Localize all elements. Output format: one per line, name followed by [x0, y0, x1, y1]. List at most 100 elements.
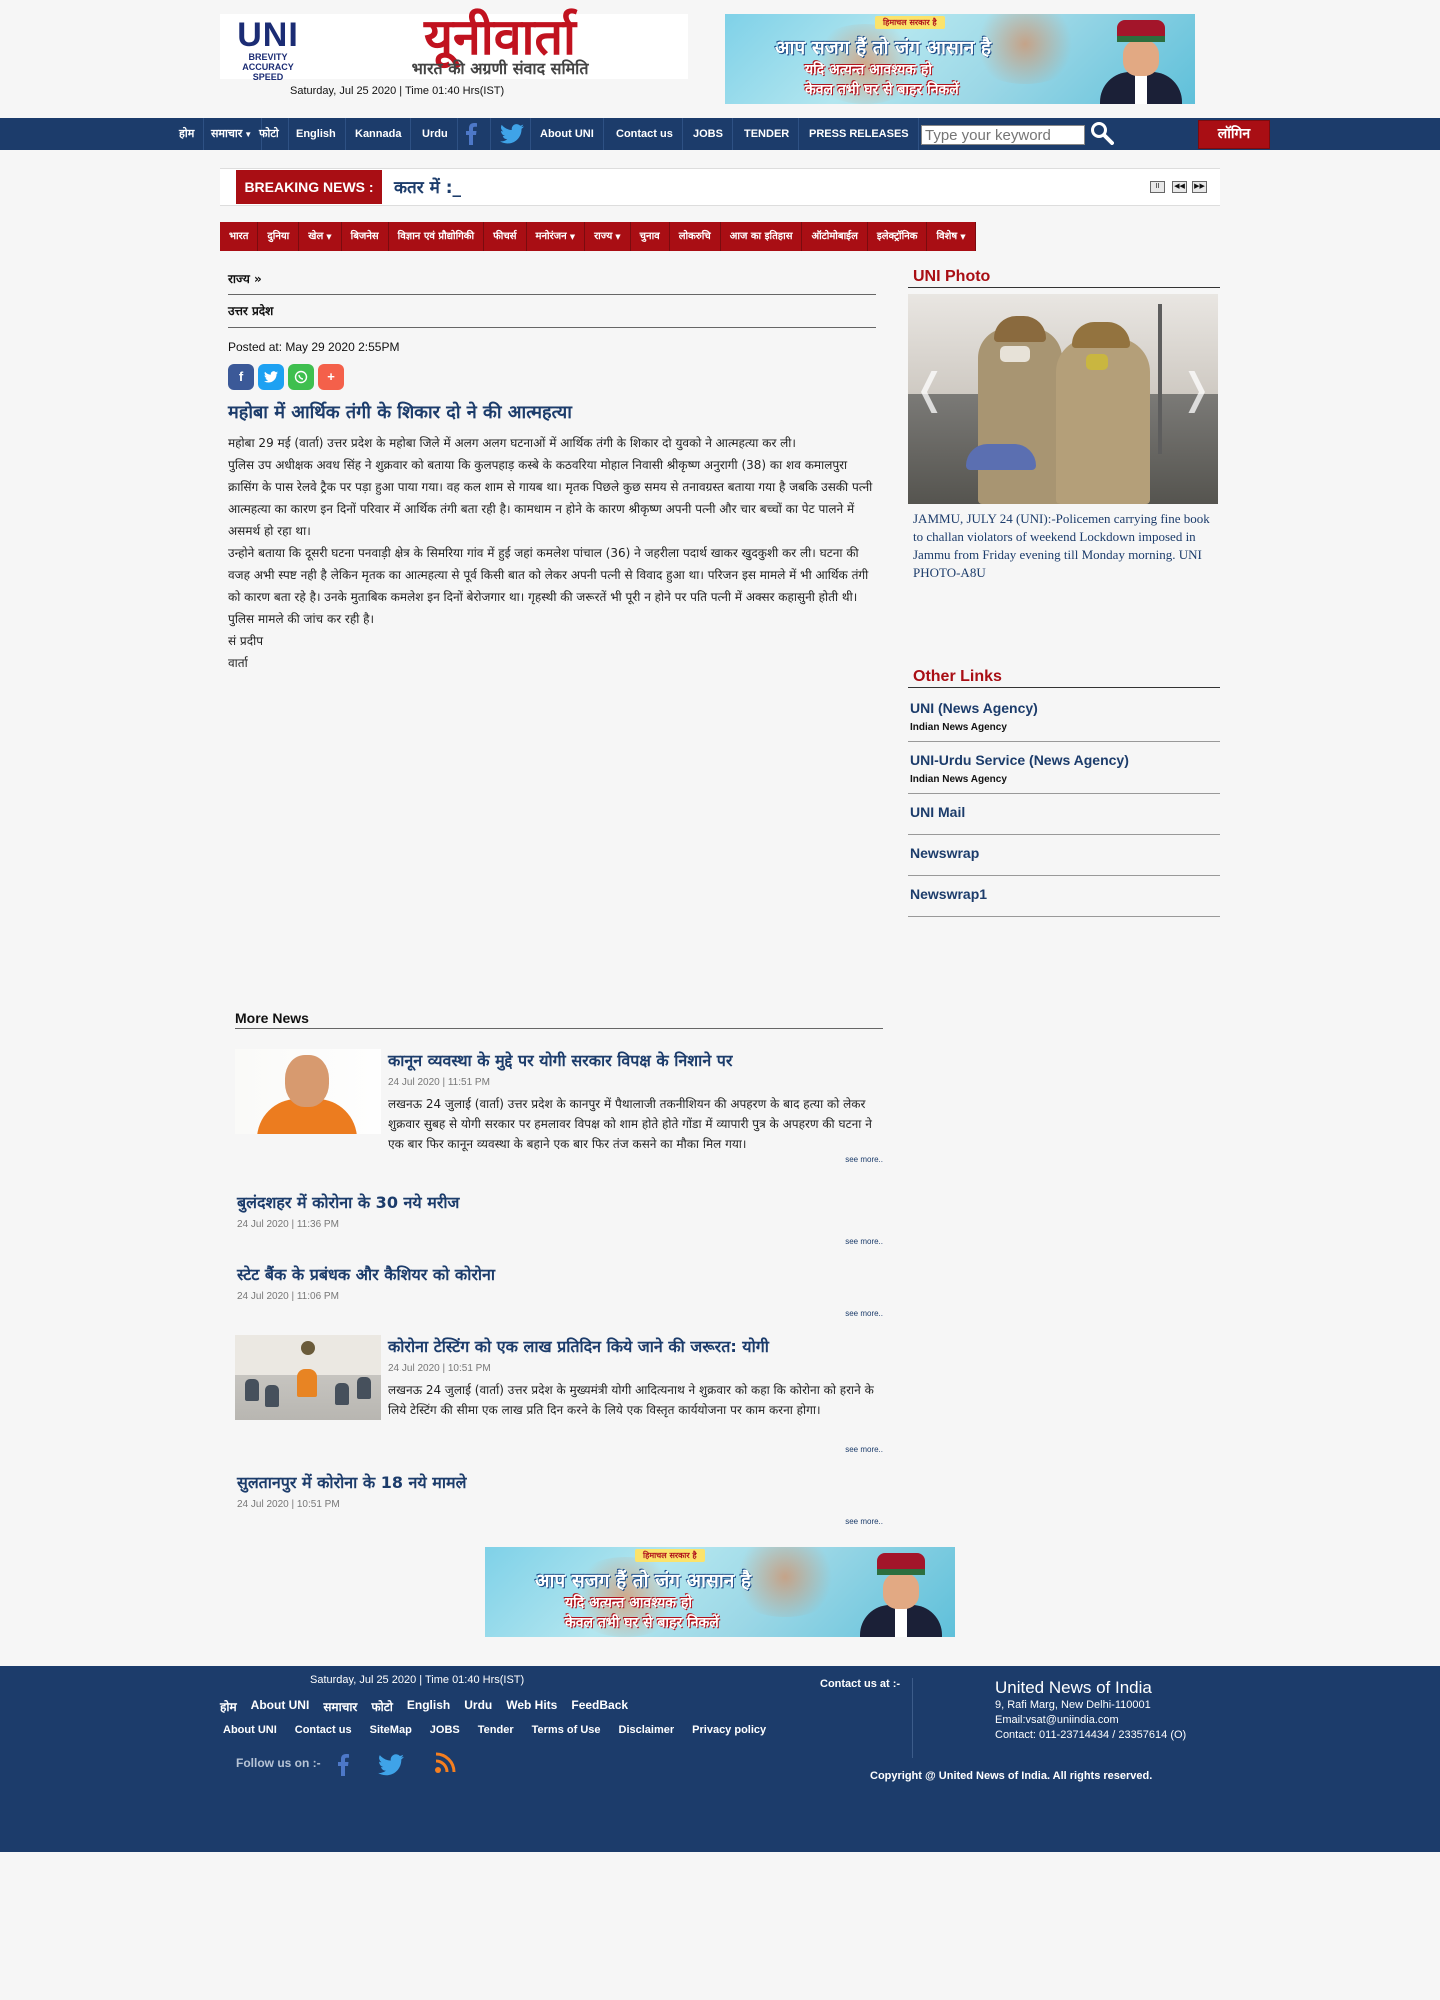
cat-history[interactable]: आज का इतिहास	[721, 222, 803, 251]
footer-link-about[interactable]: About UNI	[251, 1698, 310, 1715]
more-news: More News कानून व्यवस्था के मुद्दे पर यो…	[235, 1010, 883, 1543]
link-uni-urdu[interactable]: UNI-Urdu Service (News Agency) Indian Ne…	[908, 742, 1220, 794]
footer-link-sitemap[interactable]: SiteMap	[370, 1724, 412, 1736]
footer-link-privacy[interactable]: Privacy policy	[692, 1724, 766, 1736]
link-newswrap[interactable]: Newswrap	[908, 835, 1220, 876]
search-input[interactable]	[921, 125, 1085, 145]
news-date: 24 Jul 2020 | 11:51 PM	[388, 1077, 490, 1088]
more-share-icon[interactable]: +	[318, 364, 344, 390]
facebook-icon[interactable]	[330, 1752, 356, 1778]
news-photo[interactable]: ❬ ❭	[908, 294, 1218, 504]
top-ad-banner[interactable]: हिमाचल सरकार है आप सजग हैं तो जंग आसान ह…	[725, 14, 1195, 104]
news-thumbnail[interactable]	[235, 1335, 381, 1420]
nav-contact[interactable]: Contact us	[607, 118, 683, 150]
news-title[interactable]: स्टेट बैंक के प्रबंधक और कैशियर को कोरोन…	[237, 1263, 883, 1285]
org-email[interactable]: Email:vsat@uniindia.com	[995, 1713, 1186, 1728]
cat-bharat[interactable]: भारत	[220, 222, 259, 251]
facebook-icon[interactable]	[455, 118, 491, 150]
follow-us-label: Follow us on :-	[236, 1756, 321, 1770]
nav-press-releases[interactable]: PRESS RELEASES	[800, 118, 919, 150]
footer-link-home[interactable]: होम	[220, 1698, 237, 1715]
news-title[interactable]: कोरोना टेस्टिंग को एक लाख प्रतिदिन किये …	[388, 1335, 883, 1357]
news-title[interactable]: बुलंदशहर में कोरोना के 30 नये मरीज	[237, 1191, 883, 1213]
rewind-icon[interactable]: ◀◀	[1172, 181, 1187, 193]
see-more-link[interactable]: see more..	[845, 1155, 883, 1164]
other-links-heading: Other Links	[908, 668, 1220, 688]
news-item: कानून व्यवस्था के मुद्दे पर योगी सरकार व…	[235, 1049, 883, 1189]
cat-special[interactable]: विशेष ▼	[927, 222, 976, 251]
photo-caption[interactable]: JAMMU, JULY 24 (UNI):-Policemen carrying…	[908, 510, 1220, 582]
footer-link-about-uni[interactable]: About UNI	[223, 1724, 277, 1736]
nav-jobs[interactable]: JOBS	[684, 118, 733, 150]
chevron-left-icon[interactable]: ❬	[912, 364, 947, 413]
footer-link-english[interactable]: English	[407, 1698, 450, 1715]
cat-science[interactable]: विज्ञान एवं प्रौद्योगिकी	[389, 222, 485, 251]
cat-states[interactable]: राज्य ▼	[585, 222, 631, 251]
see-more-link[interactable]: see more..	[845, 1237, 883, 1246]
twitter-icon[interactable]	[378, 1752, 404, 1778]
uni-photo-heading: UNI Photo	[908, 268, 1220, 288]
nav-photo[interactable]: फोटो	[250, 118, 289, 150]
cat-entertainment[interactable]: मनोरंजन ▼	[527, 222, 586, 251]
article: राज्य » उत्तर प्रदेश Posted at: May 29 2…	[228, 270, 876, 674]
pause-icon[interactable]: II	[1150, 181, 1165, 193]
cat-duniya[interactable]: दुनिया	[258, 222, 300, 251]
more-news-heading: More News	[235, 1010, 883, 1029]
breaking-news-ticker[interactable]: कतर में :_	[394, 175, 461, 198]
rss-icon[interactable]	[434, 1752, 460, 1778]
bottom-ad-banner[interactable]: हिमाचल सरकार है आप सजग हैं तो जंग आसान ह…	[485, 1547, 955, 1637]
search-icon[interactable]	[1090, 121, 1114, 145]
link-uni-news-agency[interactable]: UNI (News Agency) Indian News Agency	[908, 690, 1220, 742]
chevron-right-icon[interactable]: ❭	[1179, 364, 1214, 413]
footer-link-webhits[interactable]: Web Hits	[506, 1698, 557, 1715]
footer-link-feedback[interactable]: FeedBack	[571, 1698, 628, 1715]
news-thumbnail[interactable]	[235, 1049, 381, 1134]
breadcrumb[interactable]: राज्य »	[228, 270, 876, 295]
breadcrumb-state[interactable]: उत्तर प्रदेश	[228, 302, 876, 328]
cat-features[interactable]: फीचर्स	[484, 222, 527, 251]
cat-lokruchi[interactable]: लोकरुचि	[670, 222, 721, 251]
header-datetime: Saturday, Jul 25 2020 | Time 01:40 Hrs(I…	[290, 85, 505, 97]
news-title[interactable]: सुलतानपुर में कोरोना के 18 नये मामले	[237, 1471, 883, 1493]
nav-urdu[interactable]: Urdu	[413, 118, 458, 150]
cat-business[interactable]: बिजनेस	[342, 222, 389, 251]
nav-about[interactable]: About UNI	[531, 118, 604, 150]
article-paragraph: वार्ता	[228, 656, 248, 670]
nav-home[interactable]: होम	[170, 118, 205, 150]
category-menu: भारत दुनिया खेल ▼ बिजनेस विज्ञान एवं प्रौ…	[220, 222, 976, 251]
footer-link-photo[interactable]: फोटो	[371, 1698, 393, 1715]
see-more-link[interactable]: see more..	[845, 1517, 883, 1526]
twitter-icon[interactable]	[491, 118, 531, 150]
nav-kannada[interactable]: Kannada	[346, 118, 412, 150]
link-uni-mail[interactable]: UNI Mail	[908, 794, 1220, 835]
see-more-link[interactable]: see more..	[845, 1445, 883, 1454]
twitter-share-icon[interactable]	[258, 364, 284, 390]
login-button[interactable]: लॉगिन	[1198, 120, 1270, 149]
chevron-down-icon: ▼	[960, 233, 966, 241]
news-date: 24 Jul 2020 | 10:51 PM	[388, 1363, 491, 1374]
footer-link-contact[interactable]: Contact us	[295, 1724, 352, 1736]
footer-link-news[interactable]: समाचार	[323, 1698, 357, 1715]
org-address: 9, Rafi Marg, New Delhi-110001	[995, 1699, 1151, 1711]
see-more-link[interactable]: see more..	[845, 1309, 883, 1318]
site-logo[interactable]: UNI BREVITY ACCURACY SPEED यूनीवार्ता भा…	[220, 12, 688, 82]
breaking-news-bar: BREAKING NEWS : कतर में :_ II ◀◀ ▶▶	[220, 168, 1220, 206]
nav-tender[interactable]: TENDER	[735, 118, 800, 150]
link-newswrap1[interactable]: Newswrap1	[908, 876, 1220, 917]
news-title[interactable]: कानून व्यवस्था के मुद्दे पर योगी सरकार व…	[388, 1049, 883, 1071]
cat-electronic[interactable]: इलेक्ट्रॉनिक	[868, 222, 928, 251]
footer-link-tender[interactable]: Tender	[478, 1724, 514, 1736]
nav-english[interactable]: English	[287, 118, 346, 150]
footer-link-urdu[interactable]: Urdu	[464, 1698, 492, 1715]
cat-khel[interactable]: खेल ▼	[299, 222, 342, 251]
footer-link-jobs[interactable]: JOBS	[430, 1724, 460, 1736]
cat-automobile[interactable]: ऑटोमोबाईल	[802, 222, 868, 251]
footer-link-disclaimer[interactable]: Disclaimer	[619, 1724, 675, 1736]
cat-elections[interactable]: चुनाव	[631, 222, 670, 251]
whatsapp-share-icon[interactable]	[288, 364, 314, 390]
footer-link-terms[interactable]: Terms of Use	[532, 1724, 601, 1736]
facebook-share-icon[interactable]: f	[228, 364, 254, 390]
news-date: 24 Jul 2020 | 11:36 PM	[237, 1219, 339, 1230]
forward-icon[interactable]: ▶▶	[1192, 181, 1207, 193]
footer-datetime: Saturday, Jul 25 2020 | Time 01:40 Hrs(I…	[310, 1674, 525, 1686]
